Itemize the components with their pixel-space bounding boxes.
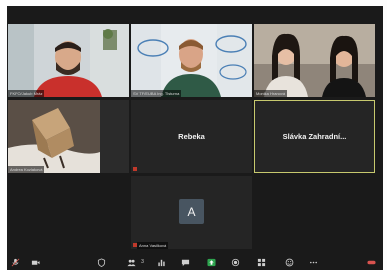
- meeting-window: FKFO/Jakub Mráz SV TF/EUBA Ing. Tlsturna: [7, 6, 383, 270]
- participants-icon: [127, 259, 136, 267]
- share-screen-button[interactable]: [207, 258, 216, 267]
- camera-icon: [31, 260, 40, 265]
- participant-video: [8, 24, 129, 97]
- participant-display-name: Rebeka: [178, 132, 205, 141]
- participant-tile-3[interactable]: Monika Hranová: [254, 24, 375, 97]
- polls-icon: [158, 259, 165, 267]
- participant-video: [254, 24, 375, 97]
- participant-name-label: Anna Vasilková: [137, 242, 169, 249]
- security-icon: [97, 258, 106, 267]
- participant-tile-7[interactable]: A Anna Vasilková: [131, 176, 252, 249]
- participant-tile-4[interactable]: Andrea Kozlaková: [8, 100, 129, 173]
- more-icon: [309, 261, 318, 264]
- chat-button[interactable]: [181, 258, 190, 267]
- end-meeting-button[interactable]: [367, 258, 376, 267]
- participant-name-label: Monika Hranová: [254, 90, 288, 97]
- participants-count: 3: [141, 259, 144, 265]
- participant-tile-1[interactable]: FKFO/Jakub Mráz: [8, 24, 129, 97]
- reactions-button[interactable]: [285, 258, 294, 267]
- participants-button[interactable]: [127, 258, 136, 267]
- end-call-icon: [367, 260, 376, 265]
- muted-mic-icon: [133, 167, 137, 171]
- participant-video: [8, 100, 129, 173]
- reactions-icon: [285, 258, 294, 267]
- video-button[interactable]: [31, 258, 40, 267]
- participant-avatar: A: [179, 199, 204, 224]
- participant-display-name: Slávka Zahradní...: [282, 132, 347, 141]
- record-button[interactable]: [231, 258, 240, 267]
- mic-icon: [11, 258, 20, 267]
- apps-icon: [257, 258, 266, 267]
- participant-tile-6-active-speaker[interactable]: Slávka Zahradní...: [254, 100, 375, 173]
- more-button[interactable]: [309, 258, 318, 267]
- participant-video: [131, 24, 252, 97]
- participant-tile-5[interactable]: Rebeka: [131, 100, 252, 173]
- participant-name-label: FKFO/Jakub Mráz: [8, 90, 45, 97]
- mute-button[interactable]: [11, 258, 20, 267]
- record-icon: [231, 258, 240, 267]
- participant-tile-2[interactable]: SV TF/EUBA Ing. Tlsturna: [131, 24, 252, 97]
- participant-name-label: SV TF/EUBA Ing. Tlsturna: [131, 90, 182, 97]
- chat-icon: [181, 259, 190, 267]
- polls-button[interactable]: [157, 258, 166, 267]
- share-icon: [207, 258, 216, 267]
- security-button[interactable]: [97, 258, 106, 267]
- top-bar: [7, 6, 383, 24]
- participant-name-label: Andrea Kozlaková: [8, 166, 45, 173]
- apps-button[interactable]: [257, 258, 266, 267]
- meeting-toolbar: 3: [7, 255, 383, 270]
